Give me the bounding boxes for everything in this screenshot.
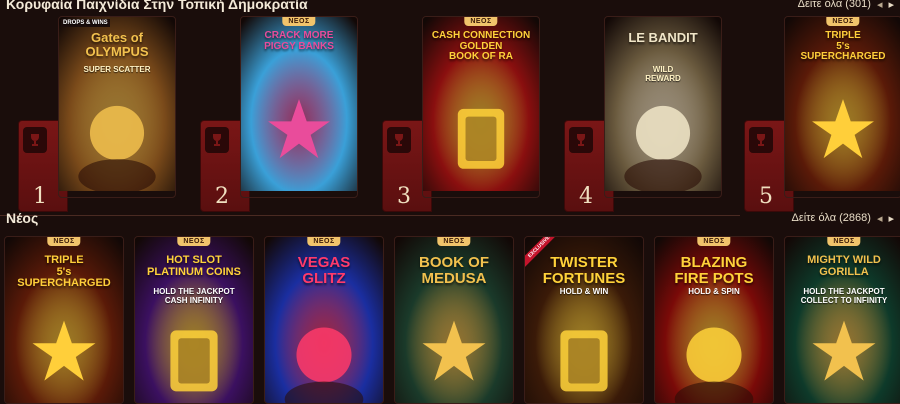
rank-number: 4 xyxy=(579,184,593,209)
game-title: VEGAS GLITZ xyxy=(297,254,351,287)
top-game-card[interactable]: TRIPLE 5's SUPERCHARGED ΝΕΟΣ xyxy=(784,16,900,198)
game-subtitle: WILD REWARD xyxy=(645,65,681,83)
top-game-item[interactable]: 5 TRIPLE 5's SUPERCHARGED ΝΕΟΣ xyxy=(744,16,900,212)
game-title: CRACK MORE PIGGY BANKS xyxy=(264,30,334,52)
new-badge: ΝΕΟΣ xyxy=(47,237,81,246)
new-game-card[interactable]: VEGAS GLITZ ΝΕΟΣ xyxy=(264,236,384,404)
drops-wins-logo: DROPS & WINS xyxy=(61,19,110,27)
game-title: HOT SLOT PLATINUM COINS xyxy=(147,254,241,278)
game-title: TRIPLE 5's SUPERCHARGED xyxy=(17,254,111,290)
new-game-card[interactable]: TWISTER FORTUNES HOLD & WIN EXCLUSIVE xyxy=(524,236,644,404)
top-section-title: Κορυφαία Παιχνίδια Στην Τοπική Δημοκρατί… xyxy=(6,0,308,12)
new-game-card[interactable]: TRIPLE 5's SUPERCHARGED ΝΕΟΣ xyxy=(4,236,124,404)
new-game-card[interactable]: MIGHTY WILD GORILLA HOLD THE JACKPOT COLL… xyxy=(784,236,900,404)
top-game-item[interactable]: 3 CASH CONNECTION GOLDEN BOOK OF RA ΝΕΟΣ xyxy=(382,16,542,212)
new-badge: ΝΕΟΣ xyxy=(437,237,471,246)
rank-badge xyxy=(569,127,593,153)
new-game-card[interactable]: BOOK OF MEDUSA ΝΕΟΣ xyxy=(394,236,514,404)
rank-number: 3 xyxy=(397,184,411,209)
top-game-item[interactable]: 1 Gates of OLYMPUS SUPER SCATTER DROPS & WI… xyxy=(18,16,178,212)
game-title: TWISTER FORTUNES xyxy=(542,254,626,287)
new-badge: ΝΕΟΣ xyxy=(307,237,341,246)
new-section-header: Νέος Δείτε όλα (2868) ◂ ▸ xyxy=(0,208,900,228)
top-game-item[interactable]: 4 LE BANDIT WILD REWARD xyxy=(564,16,724,212)
trophy-icon xyxy=(31,134,39,146)
rank-number: 5 xyxy=(759,184,773,209)
rank-number: 2 xyxy=(215,184,229,209)
new-section-title: Νέος xyxy=(6,210,39,226)
top-game-card[interactable]: Gates of OLYMPUS SUPER SCATTER DROPS & WIN… xyxy=(58,16,176,198)
game-subtitle: HOLD & SPIN xyxy=(688,287,740,296)
new-game-card[interactable]: BLAZING FIRE POTS HOLD & SPIN ΝΕΟΣ xyxy=(654,236,774,404)
trophy-icon xyxy=(213,134,221,146)
trophy-icon xyxy=(577,134,585,146)
game-title: CASH CONNECTION GOLDEN BOOK OF RA xyxy=(431,30,531,62)
top-game-card[interactable]: LE BANDIT WILD REWARD xyxy=(604,16,722,198)
top-game-item[interactable]: 2 CRACK MORE PIGGY BANKS ΝΕΟΣ xyxy=(200,16,360,212)
rank-badge xyxy=(749,127,773,153)
game-title: LE BANDIT xyxy=(628,30,698,45)
game-subtitle: SUPER SCATTER xyxy=(83,65,151,74)
game-title: BLAZING FIRE POTS xyxy=(674,254,754,287)
game-title: MIGHTY WILD GORILLA xyxy=(807,254,881,278)
top-game-card[interactable]: CASH CONNECTION GOLDEN BOOK OF RA ΝΕΟΣ xyxy=(422,16,540,198)
new-prev-arrow-icon[interactable]: ◂ xyxy=(877,212,883,225)
top-section-header: Κορυφαία Παιχνίδια Στην Τοπική Δημοκρατί… xyxy=(0,0,900,14)
new-badge: ΝΕΟΣ xyxy=(282,17,316,26)
top-prev-arrow-icon[interactable]: ◂ xyxy=(877,0,883,11)
top-see-all-link[interactable]: Δείτε όλα (301) xyxy=(798,0,871,10)
game-subtitle: HOLD THE JACKPOT CASH INFINITY xyxy=(153,287,235,305)
game-subtitle: HOLD & WIN xyxy=(559,287,609,296)
new-badge: ΝΕΟΣ xyxy=(697,237,731,246)
new-next-arrow-icon[interactable]: ▸ xyxy=(888,212,894,225)
game-subtitle: HOLD THE JACKPOT COLLECT TO INFINITY xyxy=(800,287,888,305)
new-badge: ΝΕΟΣ xyxy=(827,237,861,246)
game-title: BOOK OF MEDUSA xyxy=(419,254,489,287)
rank-number: 1 xyxy=(33,184,47,209)
new-badge: ΝΕΟΣ xyxy=(177,237,211,246)
new-badge: ΝΕΟΣ xyxy=(826,17,860,26)
game-title: Gates of OLYMPUS xyxy=(85,30,149,59)
rank-badge xyxy=(23,127,47,153)
trophy-icon xyxy=(757,134,765,146)
new-game-card[interactable]: HOT SLOT PLATINUM COINS HOLD THE JACKPOT … xyxy=(134,236,254,404)
rank-badge xyxy=(387,127,411,153)
top-section-controls: Δείτε όλα (301) ◂ ▸ xyxy=(798,0,894,11)
trophy-icon xyxy=(395,134,403,146)
game-title: TRIPLE 5's SUPERCHARGED xyxy=(800,30,886,62)
top-next-arrow-icon[interactable]: ▸ xyxy=(888,0,894,11)
rank-badge xyxy=(205,127,229,153)
new-section-controls: Δείτε όλα (2868) ◂ ▸ xyxy=(791,212,894,225)
top-game-card[interactable]: CRACK MORE PIGGY BANKS ΝΕΟΣ xyxy=(240,16,358,198)
new-badge: ΝΕΟΣ xyxy=(464,17,498,26)
new-see-all-link[interactable]: Δείτε όλα (2868) xyxy=(791,212,870,224)
